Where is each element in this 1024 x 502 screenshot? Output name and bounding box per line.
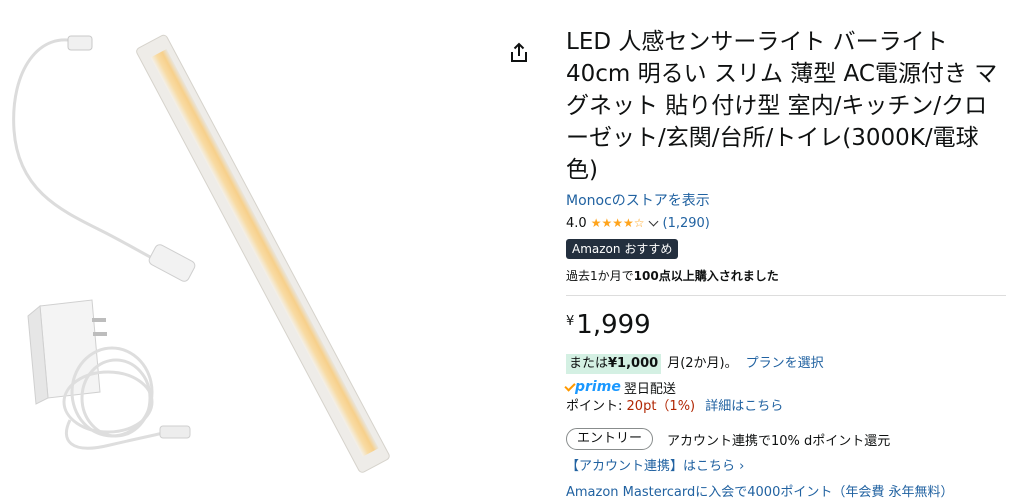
adapter-plug [159, 425, 191, 439]
star-rating[interactable]: ★★★★☆ [591, 216, 645, 230]
plan-select-link[interactable]: プランを選択 [746, 355, 824, 373]
star-icon: ★ [622, 216, 634, 230]
prime-check-icon [564, 379, 576, 392]
bought-prefix: 過去1か月で [566, 269, 634, 283]
rating-count[interactable]: (1,290) [663, 216, 710, 231]
share-button[interactable] [506, 40, 532, 66]
points-value: 20pt（1%) [626, 399, 696, 414]
points-row: ポイント: 20pt（1%) 詳細はこちら [566, 398, 1006, 416]
product-info: LED 人感センサーライト バーライト 40cm 明るい スリム 薄型 AC電源… [564, 26, 1006, 502]
installment-amount: ¥1,000 [608, 356, 659, 371]
power-cable [12, 38, 169, 268]
bought-text: 過去1か月で100点以上購入されました [566, 267, 1006, 285]
installment-row: または¥1,000 月(2か月)。 プランを選択 [566, 354, 1006, 374]
installment-suffix: 月(2か月)。 [667, 356, 738, 371]
star-empty-icon: ☆ [633, 216, 645, 230]
prime-delivery: 翌日配送 [623, 381, 676, 397]
price-amount: 1,999 [576, 310, 651, 340]
account-link[interactable]: 【アカウント連携】はこちら › [566, 458, 1006, 476]
points-detail-link[interactable]: 詳細はこちら [705, 399, 783, 414]
product-title: LED 人感センサーライト バーライト 40cm 明るい スリム 薄型 AC電源… [566, 29, 998, 183]
price-symbol: ¥ [566, 314, 575, 329]
prime-logo: prime [575, 379, 621, 395]
divider [566, 295, 1006, 296]
bar-switch [67, 35, 93, 51]
points-label: ポイント: [566, 399, 623, 414]
product-image[interactable] [0, 0, 500, 501]
star-icon: ★ [590, 216, 602, 230]
mastercard-link[interactable]: Amazon Mastercardに入会で4000ポイント（年会費 永年無料） [566, 484, 1006, 502]
store-link[interactable]: Monocのストアを表示 [566, 192, 1006, 210]
installment-highlight: または¥1,000 [566, 354, 662, 374]
share-icon [511, 42, 527, 62]
star-icon: ★ [601, 216, 613, 230]
amazon-choice-badge: Amazon おすすめ [566, 239, 679, 259]
rating-row[interactable]: 4.0 ★★★★☆ (1,290) [566, 214, 1006, 232]
dpoint-row: エントリー アカウント連携で10% dポイント還元 [566, 428, 1006, 450]
installment-prefix: または [569, 356, 609, 371]
rating-value: 4.0 [566, 215, 587, 231]
bought-count: 100点以上購入されました [633, 269, 779, 283]
star-icon: ★ [612, 216, 623, 230]
chevron-down-icon[interactable] [648, 216, 658, 226]
price: ¥ 1,999 [566, 310, 1006, 344]
prime-row: prime 翌日配送 [564, 378, 1006, 397]
plug-connector [148, 244, 196, 282]
entry-button[interactable]: エントリー [566, 428, 654, 450]
dpoint-text: アカウント連携で10% dポイント還元 [667, 433, 891, 449]
